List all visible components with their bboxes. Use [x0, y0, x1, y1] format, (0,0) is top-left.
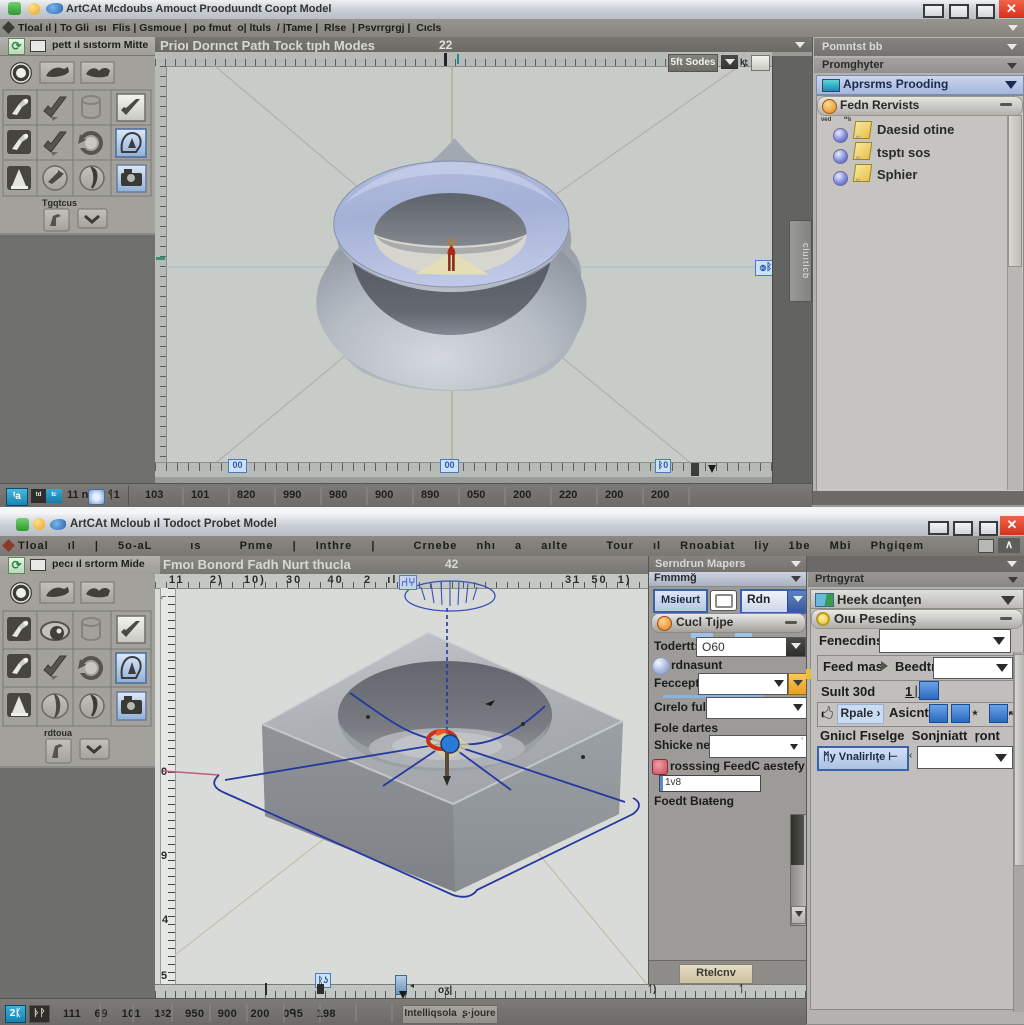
svg-text:Tgqtcus: Tgqtcus: [42, 198, 77, 208]
svg-text:rdtoua: rdtoua: [44, 728, 73, 738]
